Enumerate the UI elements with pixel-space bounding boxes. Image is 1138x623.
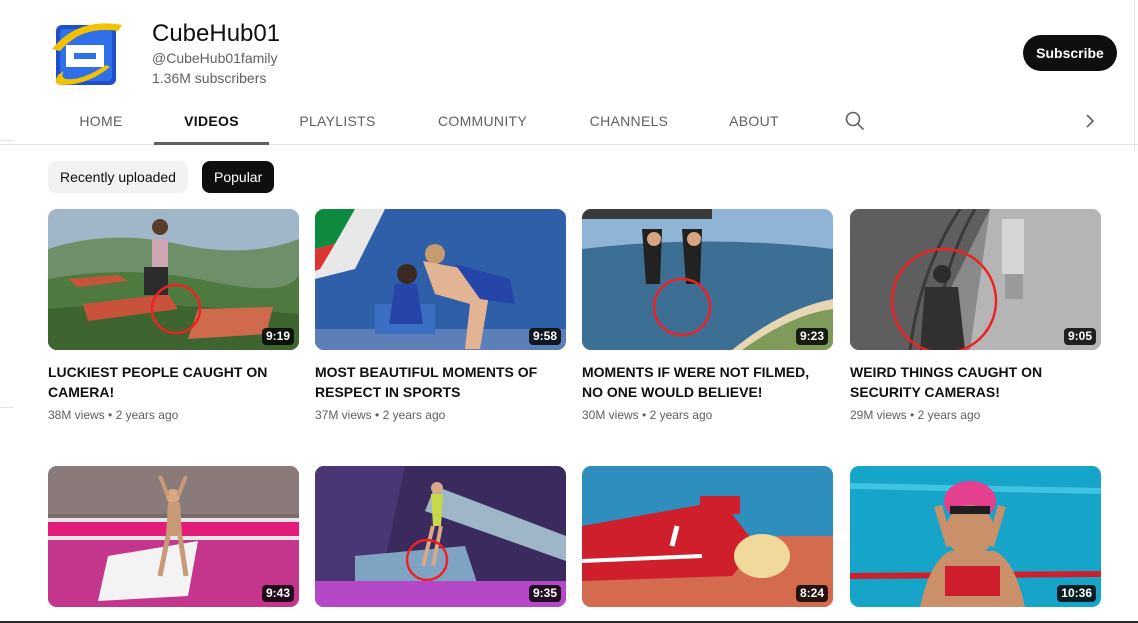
video-duration: 9:58 bbox=[528, 328, 561, 345]
video-card[interactable]: 9:43 bbox=[48, 466, 299, 607]
tab-community[interactable]: COMMUNITY bbox=[425, 100, 540, 145]
video-duration: 10:36 bbox=[1057, 585, 1096, 602]
channel-handle: @CubeHub01family bbox=[152, 50, 278, 66]
meta-separator: • bbox=[910, 408, 915, 422]
thumbnail-image bbox=[582, 209, 833, 350]
meta-separator: • bbox=[108, 408, 113, 422]
thumbnail-image bbox=[582, 466, 833, 607]
video-duration: 9:35 bbox=[528, 585, 561, 602]
video-meta: 29M views • 2 years ago bbox=[850, 406, 1101, 424]
video-card[interactable]: 10:36 bbox=[850, 466, 1101, 607]
filter-recently-uploaded[interactable]: Recently uploaded bbox=[48, 161, 188, 193]
chevron-right-icon[interactable] bbox=[1078, 109, 1102, 133]
view-count: 37M views bbox=[315, 408, 372, 422]
view-count: 29M views bbox=[850, 408, 907, 422]
video-card[interactable]: 8:24 bbox=[582, 466, 833, 607]
tab-channels[interactable]: CHANNELS bbox=[578, 100, 680, 145]
video-thumbnail[interactable]: 9:19 bbox=[48, 209, 299, 350]
video-thumbnail[interactable]: 9:58 bbox=[315, 209, 566, 350]
channel-tabs: HOME VIDEOS PLAYLISTS COMMUNITY CHANNELS… bbox=[0, 100, 1138, 145]
upload-age: 2 years ago bbox=[917, 408, 981, 422]
channel-avatar-e-icon[interactable] bbox=[48, 15, 124, 91]
video-title[interactable]: WEIRD THINGS CAUGHT ON SECURITY CAMERAS! bbox=[850, 362, 1095, 402]
view-count: 30M views bbox=[582, 408, 639, 422]
video-thumbnail[interactable]: 9:05 bbox=[850, 209, 1101, 350]
thumbnail-image bbox=[48, 209, 299, 350]
video-meta: 30M views • 2 years ago bbox=[582, 406, 833, 424]
video-meta: 37M views • 2 years ago bbox=[315, 406, 566, 424]
video-meta: 38M views • 2 years ago bbox=[48, 406, 299, 424]
video-card[interactable]: 9:19 LUCKIEST PEOPLE CAUGHT ON CAMERA! 3… bbox=[48, 209, 299, 424]
thumbnail-image bbox=[315, 466, 566, 607]
upload-age: 2 years ago bbox=[382, 408, 446, 422]
video-thumbnail[interactable]: 8:24 bbox=[582, 466, 833, 607]
video-duration: 9:23 bbox=[795, 328, 828, 345]
search-icon[interactable] bbox=[843, 109, 867, 133]
video-card[interactable]: 9:23 MOMENTS IF WERE NOT FILMED, NO ONE … bbox=[582, 209, 833, 424]
tab-about[interactable]: ABOUT bbox=[716, 100, 792, 145]
thumbnail-image bbox=[850, 209, 1101, 350]
view-count: 38M views bbox=[48, 408, 105, 422]
upload-age: 2 years ago bbox=[649, 408, 713, 422]
filter-popular[interactable]: Popular bbox=[202, 161, 275, 193]
video-title[interactable]: MOMENTS IF WERE NOT FILMED, NO ONE WOULD… bbox=[582, 362, 827, 402]
subscriber-count: 1.36M subscribers bbox=[152, 70, 267, 86]
video-duration: 9:05 bbox=[1063, 328, 1096, 345]
video-title[interactable]: MOST BEAUTIFUL MOMENTS OF RESPECT IN SPO… bbox=[315, 362, 560, 402]
thumbnail-image bbox=[48, 466, 299, 607]
tab-playlists[interactable]: PLAYLISTS bbox=[285, 100, 390, 145]
tab-videos[interactable]: VIDEOS bbox=[154, 100, 269, 145]
thumbnail-image bbox=[315, 209, 566, 350]
video-duration: 9:19 bbox=[261, 328, 294, 345]
video-duration: 8:24 bbox=[795, 585, 828, 602]
meta-separator: • bbox=[642, 408, 647, 422]
video-thumbnail[interactable]: 10:36 bbox=[850, 466, 1101, 607]
video-thumbnail[interactable]: 9:23 bbox=[582, 209, 833, 350]
side-panel-edge bbox=[0, 140, 14, 408]
video-title[interactable]: LUCKIEST PEOPLE CAUGHT ON CAMERA! bbox=[48, 362, 293, 402]
tab-home[interactable]: HOME bbox=[56, 100, 146, 145]
upload-age: 2 years ago bbox=[115, 408, 179, 422]
meta-separator: • bbox=[375, 408, 380, 422]
channel-name: CubeHub01 bbox=[152, 20, 281, 47]
video-duration: 9:43 bbox=[261, 585, 294, 602]
video-card[interactable]: 9:58 MOST BEAUTIFUL MOMENTS OF RESPECT I… bbox=[315, 209, 566, 424]
subscribe-button[interactable]: Subscribe bbox=[1023, 35, 1117, 71]
video-thumbnail[interactable]: 9:43 bbox=[48, 466, 299, 607]
video-card[interactable]: 9:05 WEIRD THINGS CAUGHT ON SECURITY CAM… bbox=[850, 209, 1101, 424]
channel-page: CubeHub01 @CubeHub01family 1.36M subscri… bbox=[0, 0, 1138, 623]
video-thumbnail[interactable]: 9:35 bbox=[315, 466, 566, 607]
video-card[interactable]: 9:35 bbox=[315, 466, 566, 607]
